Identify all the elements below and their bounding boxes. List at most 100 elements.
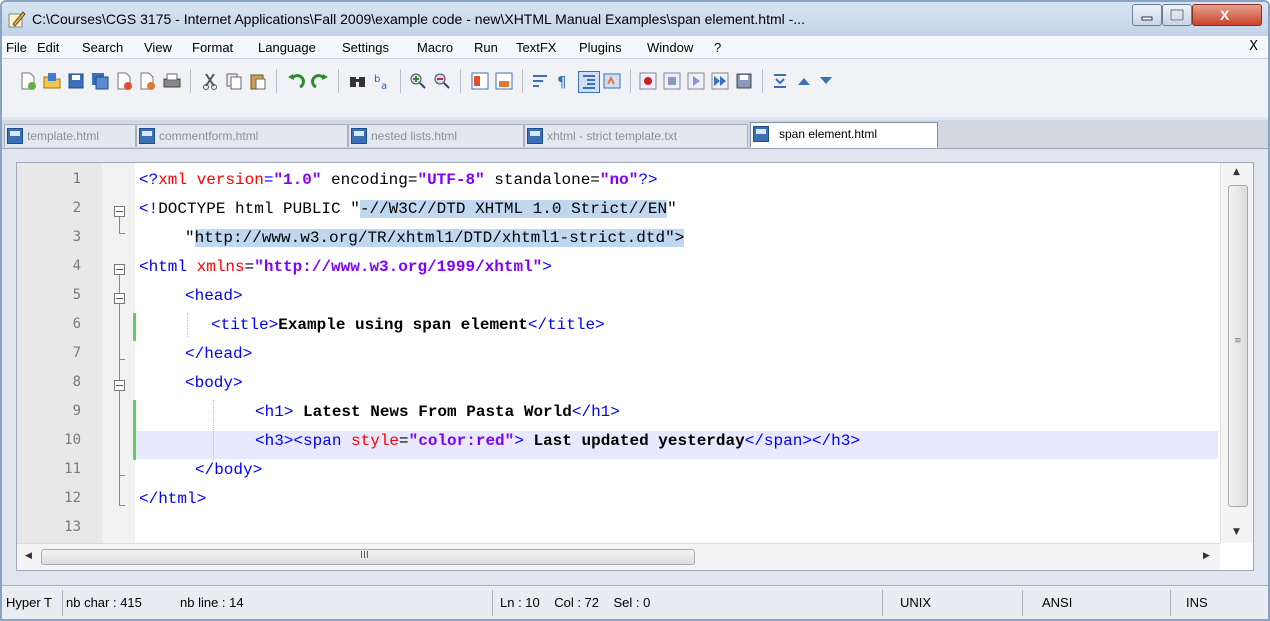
open-file-icon[interactable] (42, 71, 62, 91)
copy-icon[interactable] (224, 71, 244, 91)
svg-text:¶: ¶ (557, 73, 567, 91)
code-line-8: <body> (185, 374, 243, 392)
tab-span-element-html[interactable]: span element.html (750, 122, 938, 148)
fold-toggle-icon[interactable] (114, 206, 125, 217)
sync-vertical-icon[interactable] (470, 71, 490, 91)
menu-run[interactable]: Run (474, 40, 498, 55)
minimize-button[interactable] (1132, 4, 1162, 26)
user-lang-icon[interactable] (602, 71, 622, 91)
scroll-up-arrow-icon[interactable]: ▲ (1233, 167, 1240, 177)
horizontal-scrollbar[interactable]: ◀ III ▶ (17, 543, 1220, 570)
title-bar[interactable]: C:\Courses\CGS 3175 - Internet Applicati… (2, 2, 1268, 36)
menu-help[interactable]: ? (714, 40, 721, 55)
save-all-icon[interactable] (90, 71, 110, 91)
sync-horizontal-icon[interactable] (494, 71, 514, 91)
fold-toggle-icon[interactable] (114, 264, 125, 275)
close-icon: X (1220, 7, 1230, 23)
menu-file[interactable]: File (6, 40, 27, 55)
fold-line (119, 217, 120, 233)
line-number: 8 (72, 374, 81, 390)
print-icon[interactable] (162, 71, 182, 91)
close-document-button[interactable]: X (1249, 39, 1258, 54)
zoom-out-icon[interactable] (432, 71, 452, 91)
menu-bar: File Edit Search View Format Language Se… (2, 36, 1268, 59)
maximize-button[interactable] (1162, 4, 1192, 26)
scroll-down-arrow-icon[interactable]: ▼ (1233, 527, 1240, 537)
tab-label: template.html (27, 129, 100, 143)
indent-guide (213, 400, 214, 460)
show-all-chars-icon[interactable]: ¶ (552, 71, 572, 91)
close-window-button[interactable]: X (1192, 4, 1262, 26)
record-macro-icon[interactable] (638, 71, 658, 91)
tab-nested-lists-html[interactable]: nested lists.html (348, 124, 524, 147)
menu-settings[interactable]: Settings (342, 40, 389, 55)
tab-template-html[interactable]: template.html (4, 124, 136, 147)
menu-plugins[interactable]: Plugins (579, 40, 622, 55)
menu-view[interactable]: View (144, 40, 172, 55)
horizontal-scroll-thumb[interactable]: III (41, 549, 695, 565)
code-line-4: <html xmlns="http://www.w3.org/1999/xhtm… (139, 258, 552, 276)
saved-file-icon (351, 128, 367, 144)
close-all-icon[interactable] (138, 71, 158, 91)
tab-label: commentform.html (159, 129, 259, 143)
line-number: 2 (72, 200, 81, 216)
status-document-type: Hyper T (6, 595, 52, 610)
menu-window[interactable]: Window (647, 40, 693, 55)
code-line-12: </html> (139, 490, 207, 508)
tab-xhtml-strict-template[interactable]: xhtml - strict template.txt (524, 124, 748, 147)
move-down-icon[interactable] (816, 71, 836, 91)
toolbar-separator (400, 69, 401, 93)
close-file-icon[interactable] (114, 71, 134, 91)
toolbar-separator (762, 69, 763, 93)
fold-line (119, 233, 125, 234)
undo-icon[interactable] (286, 71, 306, 91)
new-file-icon[interactable] (18, 71, 38, 91)
word-wrap-icon[interactable] (530, 71, 550, 91)
window-title: C:\Courses\CGS 3175 - Internet Applicati… (32, 11, 805, 27)
fold-toggle-icon[interactable] (114, 293, 125, 304)
fold-line (119, 475, 125, 476)
save-icon[interactable] (66, 71, 86, 91)
vertical-scroll-thumb[interactable]: ≡ (1228, 185, 1248, 507)
code-line-9: <h1> Latest News From Pasta World</h1> (255, 403, 620, 421)
menu-edit[interactable]: Edit (37, 40, 59, 55)
code-line-1: <?xml version="1.0" encoding="UTF-8" sta… (139, 171, 658, 189)
scroll-left-arrow-icon[interactable]: ◀ (25, 551, 32, 561)
status-char-count: nb char : 415 (66, 595, 142, 610)
line-number: 10 (64, 432, 81, 448)
line-number: 3 (72, 229, 81, 245)
menu-search[interactable]: Search (82, 40, 123, 55)
paste-icon[interactable] (248, 71, 268, 91)
collapse-icon[interactable] (770, 71, 790, 91)
indent-guide-icon[interactable] (578, 71, 600, 93)
redo-icon[interactable] (310, 71, 330, 91)
application-window: C:\Courses\CGS 3175 - Internet Applicati… (0, 0, 1270, 621)
menu-textfx[interactable]: TextFX (516, 40, 556, 55)
scroll-right-arrow-icon[interactable]: ▶ (1203, 551, 1210, 561)
move-up-icon[interactable] (794, 71, 814, 91)
menu-language[interactable]: Language (258, 40, 316, 55)
line-number: 11 (64, 461, 81, 477)
stop-macro-icon[interactable] (662, 71, 682, 91)
code-editor[interactable]: 1 2 3 4 5 6 7 8 9 10 11 12 13 <?xml vers… (16, 162, 1254, 571)
save-macro-icon[interactable] (734, 71, 754, 91)
play-macro-icon[interactable] (686, 71, 706, 91)
status-separator (62, 590, 63, 616)
zoom-in-icon[interactable] (408, 71, 428, 91)
status-bar: Hyper T nb char : 415 nb line : 14 Ln : … (2, 585, 1268, 619)
cut-icon[interactable] (200, 71, 220, 91)
run-macro-multiple-icon[interactable] (710, 71, 730, 91)
menu-format[interactable]: Format (192, 40, 233, 55)
grip-icon: III (360, 550, 369, 561)
status-cursor-position: Ln : 10 Col : 72 Sel : 0 (500, 595, 651, 610)
status-separator (492, 590, 493, 616)
line-number: 6 (72, 316, 81, 332)
saved-file-icon (7, 128, 23, 144)
fold-line (119, 505, 125, 506)
find-icon[interactable] (348, 71, 368, 91)
replace-icon[interactable]: ba (372, 71, 392, 92)
menu-macro[interactable]: Macro (417, 40, 453, 55)
vertical-scrollbar[interactable]: ▲ ≡ ▼ (1220, 163, 1253, 543)
fold-toggle-icon[interactable] (114, 380, 125, 391)
tab-commentform-html[interactable]: commentform.html (136, 124, 348, 147)
